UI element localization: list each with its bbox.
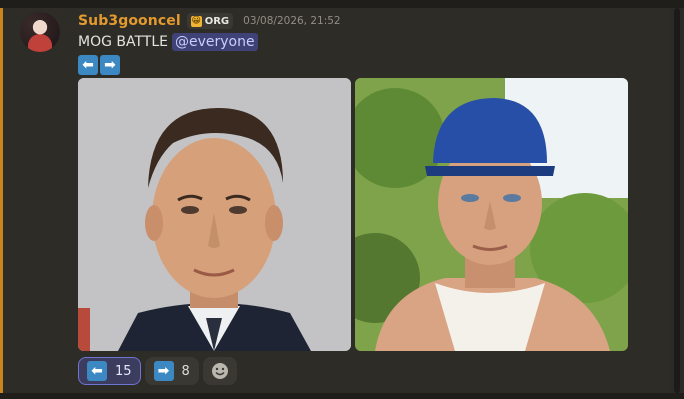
- message-header: Sub3gooncel 😀 ORG 03/08/2026, 21:52: [78, 12, 341, 30]
- top-divider: [0, 0, 684, 8]
- role-icon: 😀: [190, 15, 202, 27]
- message-text: MOG BATTLE: [78, 34, 168, 50]
- role-tag[interactable]: 😀 ORG: [186, 13, 234, 29]
- reactions-bar: ⬅ 15 ➡ 8: [78, 357, 237, 385]
- add-reaction-button[interactable]: [202, 357, 237, 385]
- reaction-left-arrow[interactable]: ⬅ 15: [78, 357, 141, 385]
- attachment-image-right[interactable]: [355, 78, 628, 351]
- scrollbar-thumb[interactable]: [674, 8, 680, 393]
- everyone-mention[interactable]: @everyone: [172, 33, 258, 51]
- timestamp: 03/08/2026, 21:52: [243, 15, 341, 27]
- left-arrow-emoji[interactable]: ⬅: [78, 55, 98, 75]
- role-tag-label: ORG: [204, 15, 230, 27]
- username[interactable]: Sub3gooncel: [78, 13, 181, 29]
- portrait-illustration-right: [355, 78, 628, 351]
- right-arrow-emoji[interactable]: ➡: [100, 55, 120, 75]
- attachment-image-left[interactable]: [78, 78, 351, 351]
- message-content: MOG BATTLE @everyone: [78, 33, 258, 51]
- right-arrow-emoji: ➡: [153, 361, 174, 381]
- reaction-count: 8: [181, 363, 190, 379]
- smiley-icon: [211, 363, 228, 379]
- portrait-illustration-left: [78, 78, 351, 351]
- avatar[interactable]: [20, 12, 60, 52]
- reaction-count: 15: [115, 363, 132, 379]
- reaction-right-arrow[interactable]: ➡ 8: [144, 357, 199, 385]
- bottom-divider: [0, 393, 684, 399]
- message-emoji-row: ⬅ ➡: [78, 55, 120, 75]
- left-arrow-emoji: ⬅: [87, 361, 107, 381]
